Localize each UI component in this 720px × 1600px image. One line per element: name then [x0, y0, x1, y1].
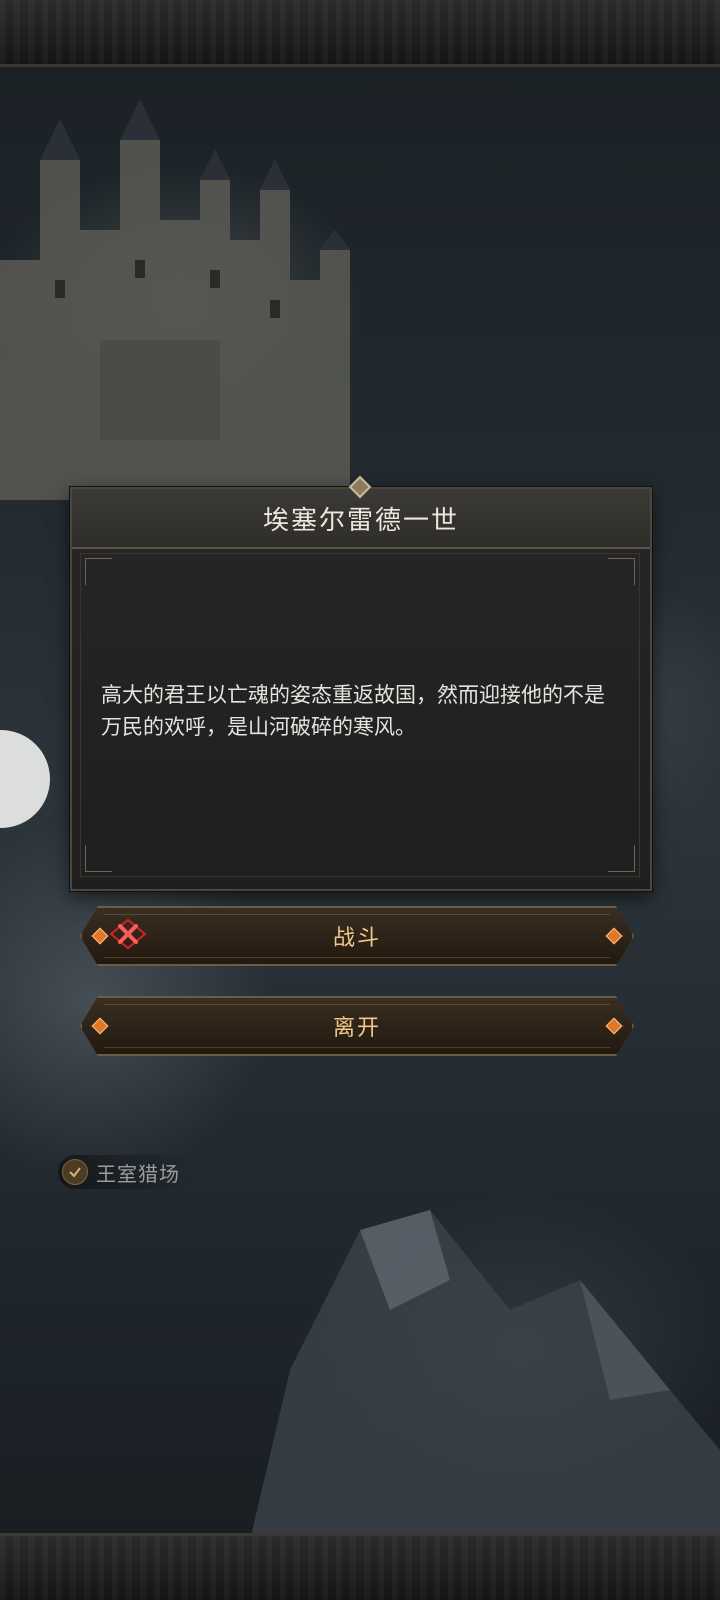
- ornament-corner: [85, 558, 112, 585]
- castle-illustration: [0, 100, 350, 500]
- ornament-corner: [608, 558, 635, 585]
- dialog-header: 埃塞尔雷德一世: [72, 489, 650, 549]
- game-screen: 埃塞尔雷德一世 高大的君王以亡魂的姿态重返故国，然而迎接他的不是万民的欢呼，是山…: [0, 0, 720, 1600]
- leave-button[interactable]: 离开: [80, 996, 634, 1056]
- rocky-terrain-illustration: [250, 1210, 720, 1540]
- fight-button-label: 战斗: [332, 926, 381, 951]
- ornament-corner: [85, 845, 112, 872]
- location-marker[interactable]: 王室猎场: [58, 1155, 194, 1189]
- crossed-swords-icon: [110, 919, 146, 949]
- bottom-frame-border: [0, 1533, 720, 1600]
- check-icon: [62, 1159, 88, 1185]
- event-dialog: 埃塞尔雷德一世 高大的君王以亡魂的姿态重返故国，然而迎接他的不是万民的欢呼，是山…: [70, 487, 652, 891]
- leave-button-label: 离开: [332, 1016, 381, 1041]
- ornament-corner: [608, 845, 635, 872]
- fight-button[interactable]: 战斗: [80, 906, 634, 966]
- dialog-description: 高大的君王以亡魂的姿态重返故国，然而迎接他的不是万民的欢呼，是山河破碎的寒风。: [101, 683, 605, 739]
- location-label: 王室猎场: [96, 1161, 180, 1186]
- dialog-title: 埃塞尔雷德一世: [262, 505, 459, 536]
- floating-assist-button[interactable]: [0, 730, 50, 828]
- dialog-body: 高大的君王以亡魂的姿态重返故国，然而迎接他的不是万民的欢呼，是山河破碎的寒风。: [80, 553, 640, 877]
- top-frame-border: [0, 0, 720, 67]
